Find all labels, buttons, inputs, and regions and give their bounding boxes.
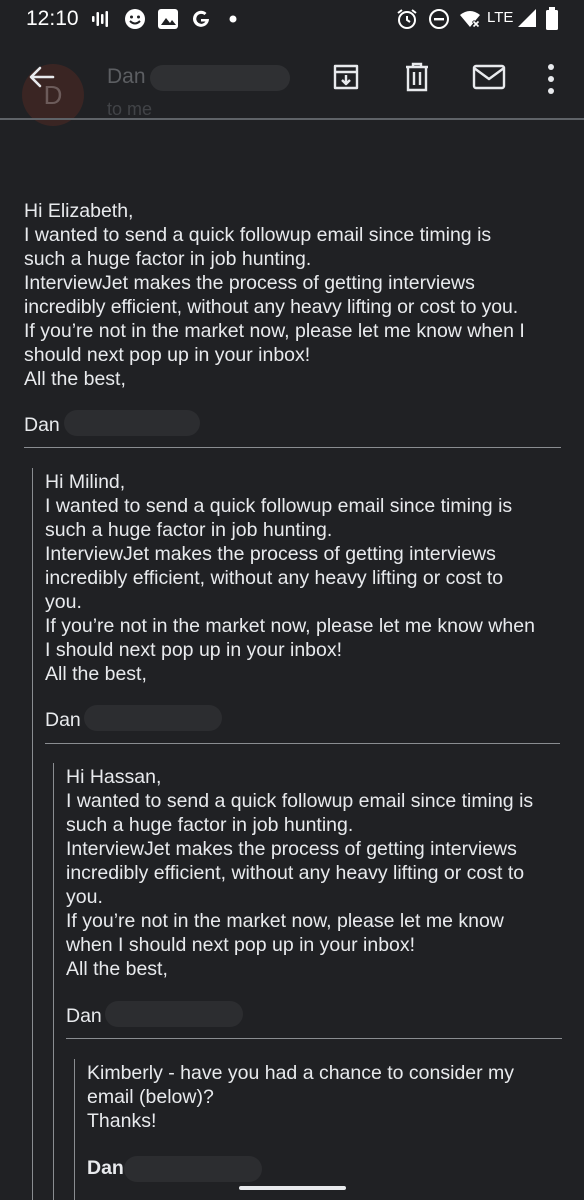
quote-bar-2: [53, 763, 54, 1200]
battery-icon: [546, 7, 558, 30]
quote-line: All the best,: [45, 663, 147, 685]
message-line: InterviewJet makes the process of gettin…: [24, 272, 475, 294]
redacted-sender-surname: [150, 65, 290, 91]
quoted-message-3: Kimberly - have you had a chance to cons…: [87, 1061, 567, 1133]
redacted-surname: [124, 1156, 262, 1182]
podcast-notification-icon: [92, 11, 108, 27]
message-line: If you’re not in the market now, please …: [24, 320, 525, 342]
message-line: should next pop up in your inbox!: [24, 344, 311, 366]
quote-line: All the best,: [66, 958, 168, 980]
quote-line: I wanted to send a quick followup email …: [45, 495, 513, 517]
quote-line: If you’re not in the market now, please …: [45, 615, 535, 637]
quote-line: incredibly efficient, without any heavy …: [45, 567, 504, 589]
status-bar: 12:10 LTE: [0, 0, 584, 38]
quote3-signature: Dan: [87, 1157, 124, 1179]
do-not-disturb-icon: [429, 9, 449, 29]
redacted-surname: [64, 410, 200, 436]
quote-line: InterviewJet makes the process of gettin…: [66, 838, 517, 860]
wifi-no-internet-icon: [460, 11, 481, 29]
quote-line: such a huge factor in job hunting.: [66, 814, 354, 836]
message-body: Hi Elizabeth, I wanted to send a quick f…: [24, 199, 564, 391]
quote-divider-1: [24, 447, 561, 448]
quote-line: InterviewJet makes the process of gettin…: [45, 543, 496, 565]
message-line: such a huge factor in job hunting.: [24, 248, 312, 270]
quoted-message-1: Hi Milind, I wanted to send a quick foll…: [45, 470, 565, 686]
more-notifications-dot-icon: [229, 15, 237, 23]
quote-line: Kimberly - have you had a chance to cons…: [87, 1062, 515, 1084]
redacted-surname: [105, 1001, 243, 1027]
recipient-label[interactable]: to me: [107, 99, 152, 120]
message-line: Hi Elizabeth,: [24, 200, 134, 222]
quote-line: If you’re not in the market now, please …: [66, 910, 504, 932]
message-line: incredibly efficient, without any heavy …: [24, 296, 519, 318]
alarm-icon: [397, 9, 417, 29]
quote-line: I wanted to send a quick followup email …: [66, 790, 534, 812]
more-vert-icon[interactable]: [541, 62, 561, 96]
quote-line: incredibly efficient, without any heavy …: [66, 862, 525, 884]
back-arrow-icon[interactable]: [26, 62, 56, 92]
quote-line: email (below)?: [87, 1086, 214, 1108]
gesture-home-bar[interactable]: [239, 1186, 346, 1190]
mark-unread-icon[interactable]: [472, 62, 506, 92]
quote-line: you.: [45, 591, 82, 613]
quote-divider-3: [66, 1038, 562, 1039]
delete-icon[interactable]: [404, 62, 430, 92]
quote-line: Thanks!: [87, 1110, 157, 1132]
quoted-message-2: Hi Hassan, I wanted to send a quick foll…: [66, 765, 566, 981]
app-bar-divider: [0, 118, 584, 120]
quote1-signature: Dan: [45, 709, 81, 731]
quote-line: Hi Milind,: [45, 471, 126, 493]
sender-name: Dan: [107, 65, 146, 88]
photo-notification-icon: [158, 9, 178, 29]
message-line: All the best,: [24, 368, 126, 390]
google-notification-icon: [193, 10, 209, 27]
app-bar: D Dan to me: [0, 44, 584, 126]
quote-bar-1: [32, 468, 33, 1200]
network-type: LTE: [487, 9, 514, 26]
signal-icon: [518, 9, 536, 27]
message-signature: Dan: [24, 414, 60, 436]
quote-line: such a huge factor in job hunting.: [45, 519, 333, 541]
redacted-surname: [84, 705, 222, 731]
quote-line: when I should next pop up in your inbox!: [66, 934, 416, 956]
message-line: I wanted to send a quick followup email …: [24, 224, 492, 246]
quote-line: I should next pop up in your inbox!: [45, 639, 343, 661]
archive-icon[interactable]: [331, 62, 361, 92]
quote-line: Hi Hassan,: [66, 766, 162, 788]
quote2-signature: Dan: [66, 1005, 102, 1027]
quote-line: you.: [66, 886, 103, 908]
status-time: 12:10: [26, 7, 79, 30]
quote-bar-3: [74, 1059, 75, 1200]
quote-divider-2: [45, 743, 560, 744]
emoji-notification-icon: [125, 9, 145, 29]
